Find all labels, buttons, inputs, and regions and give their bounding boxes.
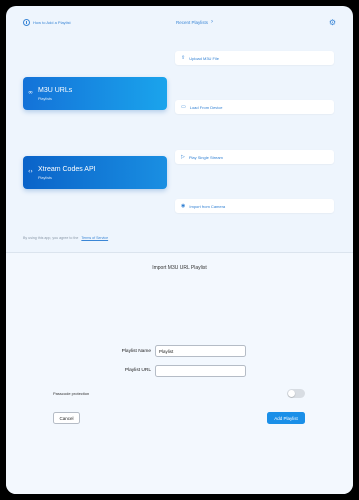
import-playlist-sheet: Import M3U URL Playlist Playlist Name Pl… [6, 253, 353, 494]
load-from-device-button[interactable]: ▭ Load From Device [175, 100, 334, 114]
cancel-button[interactable]: Cancel [53, 412, 80, 424]
passcode-protection-label: Passcode protection [53, 391, 90, 396]
playlist-url-input[interactable] [155, 365, 246, 377]
playlist-name-label: Playlist Name [121, 349, 151, 354]
upload-m3u-file-button[interactable]: ⇪ Upload M3U File [175, 51, 334, 65]
terms-text: By using this app, you agree to the [23, 236, 79, 240]
xtream-card-title: Xtream Codes API [38, 166, 96, 173]
terms-notice: By using this app, you agree to the Terms… [23, 236, 108, 240]
recent-playlists-link[interactable]: Recent Playlists › [176, 19, 213, 25]
chevron-right-icon: › [211, 19, 214, 25]
upload-m3u-file-label: Upload M3U File [189, 55, 219, 61]
gear-icon[interactable]: ⚙ [329, 19, 336, 27]
load-from-device-label: Load From Device [189, 104, 223, 110]
xtream-codes-card[interactable]: ‹› Xtream Codes API Playlists [23, 156, 167, 189]
play-single-stream-label: Play Single Stream [188, 154, 223, 160]
upload-icon: ⇪ [181, 54, 186, 61]
m3u-urls-card[interactable]: ∞ M3U URLs Playlists [23, 77, 167, 110]
info-icon [23, 19, 30, 26]
app-screen: How to Add a Playlist Recent Playlists ›… [6, 6, 353, 494]
add-playlist-button[interactable]: Add Playlist [267, 412, 305, 424]
code-icon: ‹› [28, 168, 33, 175]
m3u-card-title: M3U URLs [38, 87, 73, 94]
playlist-url-label: Playlist URL [124, 368, 151, 373]
sheet-title: Import M3U URL Playlist [152, 265, 207, 271]
play-icon: ▷ [181, 153, 185, 160]
help-link[interactable]: How to Add a Playlist [23, 19, 71, 26]
import-from-camera-label: Import from Camera [189, 203, 226, 209]
camera-icon: ◉ [181, 202, 186, 209]
import-from-camera-button[interactable]: ◉ Import from Camera [175, 199, 334, 213]
passcode-toggle[interactable] [287, 389, 305, 398]
toggle-knob [288, 390, 295, 397]
xtream-card-subtitle: Playlists [38, 176, 52, 180]
link-icon: ∞ [28, 89, 33, 96]
play-single-stream-button[interactable]: ▷ Play Single Stream [175, 150, 334, 164]
playlist-source-pane: How to Add a Playlist Recent Playlists ›… [6, 6, 353, 252]
recent-playlists-label: Recent Playlists [176, 19, 209, 25]
m3u-card-subtitle: Playlists [38, 97, 52, 101]
folder-icon: ▭ [181, 103, 186, 110]
playlist-name-input[interactable] [155, 345, 246, 357]
help-link-label: How to Add a Playlist [33, 20, 71, 25]
terms-of-service-link[interactable]: Terms of Service [81, 236, 108, 240]
